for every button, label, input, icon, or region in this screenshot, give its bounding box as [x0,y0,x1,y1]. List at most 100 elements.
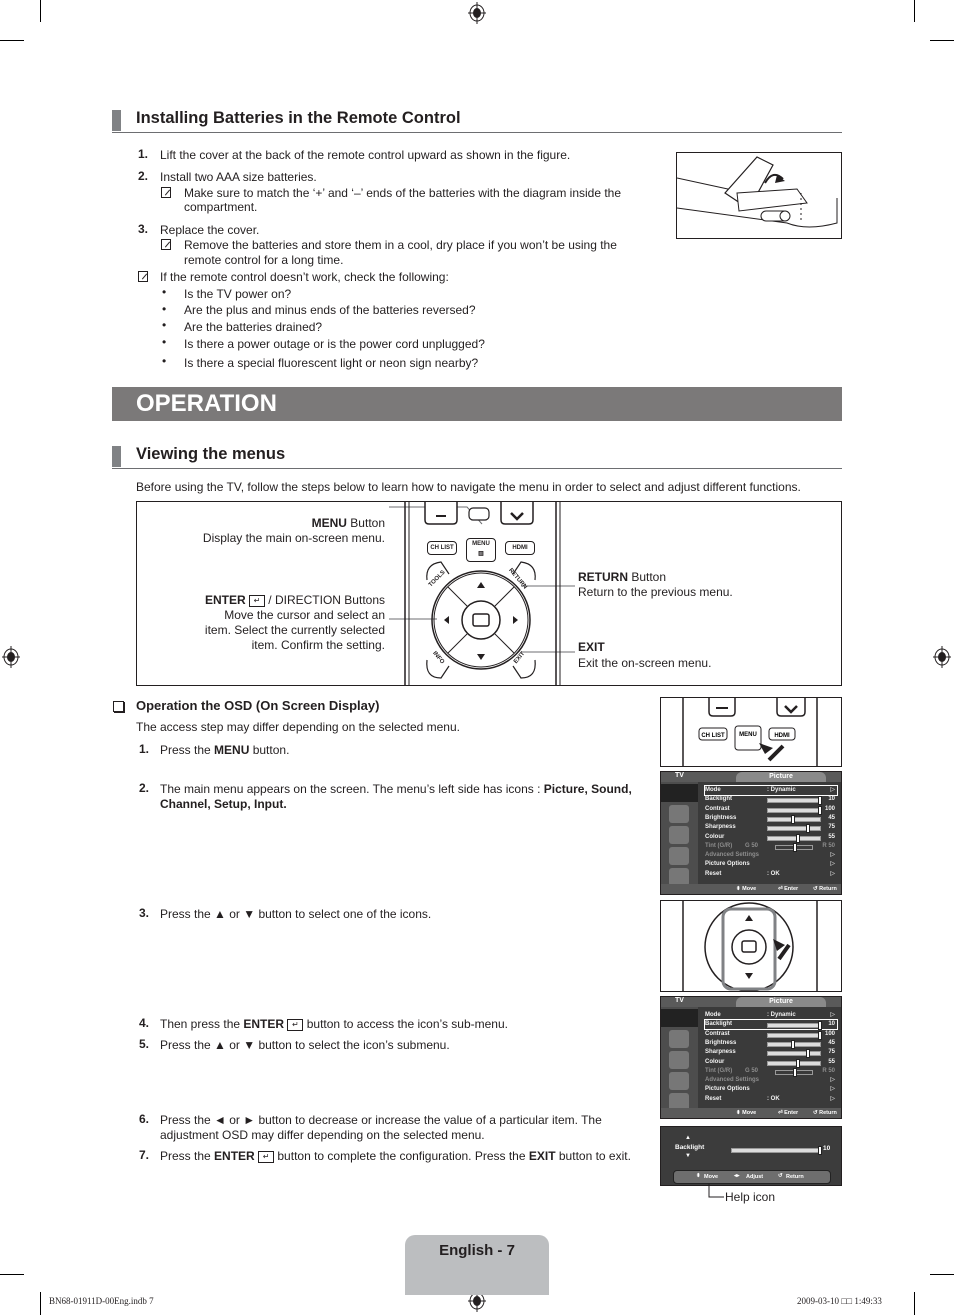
osd-row-label: Contrast [705,1030,730,1037]
step-number: 7. [139,1148,150,1162]
step-number: 1. [139,742,150,756]
step-text: Install two AAA size batteries. [160,170,317,184]
osd-row-slider[interactable] [767,805,822,815]
osd-row-slider[interactable] [767,1058,821,1068]
osd-tv-label: TV [675,997,684,1004]
osd-row-number: 10 [828,796,835,803]
subsection-heading: Operation the OSD (On Screen Display) [136,698,380,713]
step-text: Press the ◄ or ► button to decrease or i… [160,1113,602,1127]
osd-row-label: Picture Options [705,1086,750,1093]
sound-icon[interactable] [669,1030,689,1048]
step-text: Channel, Setup, Input. [160,796,287,812]
osd-row[interactable]: Backlight 10 [705,795,837,806]
osd-row[interactable]: Picture Options ▷ [705,1085,837,1094]
osd-row[interactable]: Picture Options ▷ [705,860,837,869]
osd-row[interactable]: Contrast 100 [705,805,837,815]
osd-row[interactable]: Advanced Settings ▷ [705,851,837,860]
osd-row-label: Reset [705,870,722,877]
setup-icon[interactable] [669,847,689,865]
osd-row[interactable]: Contrast 100 [705,1030,837,1040]
checkbox-bullet-icon [113,701,124,712]
osd-row[interactable]: Advanced Settings ▷ [705,1076,837,1085]
step-number: 1. [138,147,149,161]
backlight-slider[interactable] [731,1146,822,1155]
heading-bar [112,446,121,467]
step-text-part: The main menu appears on the screen. The… [160,782,544,796]
osd-row-value: : Dynamic [767,1012,796,1018]
osd-row-label: Contrast [705,805,730,812]
step-text: Press the ENTER ↵ button to complete the… [160,1148,631,1164]
tint-g-value: G 50 [745,842,759,849]
osd-row-slider[interactable] [767,824,821,834]
osd-row[interactable]: Tint (G/R) G 50 R 50 [705,842,837,852]
bullet-text: Is there a special fluorescent light or … [184,356,479,370]
down-arrow-icon: ▼ [685,1153,691,1159]
svg-text:CH LIST: CH LIST [701,733,725,739]
osd-row[interactable]: Sharpness 75 [705,823,837,834]
osd-icon-sidebar [661,1007,698,1111]
tint-slider[interactable] [775,1067,813,1077]
step-text: Press the ▲ or ▼ button to select one of… [160,907,432,921]
bullet-icon: • [162,354,167,368]
intro-text: Before using the TV, follow the steps be… [136,480,801,494]
osd-row-label: Sharpness [705,824,736,831]
step-number: 6. [139,1112,150,1126]
osd-row-slider[interactable] [767,1039,821,1049]
slider-knob[interactable] [818,1146,822,1155]
osd-row[interactable]: Mode: Dynamic ▷ [704,785,838,796]
picture-icon[interactable] [661,784,698,802]
menu-button[interactable]: MENU ▥ [466,538,496,562]
osd-row[interactable]: Tint (G/R) G 50 R 50 [705,1067,837,1077]
note-icon [138,271,148,282]
osd-row-label: Advanced Settings [705,852,760,859]
osd-row[interactable]: Reset: OK ▷ [705,1095,837,1104]
chevron-right-icon: ▷ [830,1086,835,1093]
osd-row[interactable]: Colour 55 [705,833,837,843]
osd-icon-sidebar [661,782,698,886]
chevron-right-icon: ▷ [830,852,835,859]
osd-row-slider[interactable] [767,1021,822,1031]
note-text: remote control for a long time. [184,253,344,267]
osd-row[interactable]: Sharpness 75 [705,1048,837,1059]
note-text: Remove the batteries and store them in a… [184,238,617,252]
osd-row-label: Picture Options [705,861,750,868]
osd-row[interactable]: Colour 55 [705,1058,837,1068]
step-text-bold: Picture, Sound, [543,782,632,796]
return-help: ↺ Return [813,1110,837,1116]
remote-direction-press-illustration [660,900,842,992]
channel-icon[interactable] [669,1051,689,1069]
osd-row-slider[interactable] [767,814,821,824]
osd-row-label: Tint (G/R) [705,842,733,849]
osd-row-number: 55 [828,833,835,840]
note-icon [161,239,171,250]
osd-row-number: 45 [828,1039,835,1046]
osd-row[interactable]: Mode : Dynamic ▷ [705,1011,837,1020]
channel-icon[interactable] [669,826,689,844]
sound-icon[interactable] [669,805,689,823]
osd-row[interactable]: Reset: OK ▷ [705,870,837,879]
subsection-subtext: The access step may differ depending on … [136,720,460,734]
setup-icon[interactable] [669,1072,689,1090]
ch-list-button[interactable]: CH LIST [427,541,457,555]
osd-row[interactable]: Brightness 45 [705,1039,837,1049]
step-text-part: button to access the icon’s sub-menu. [303,1017,508,1031]
adjust-icon: ◂▸ [734,1173,740,1179]
osd-tv-label: TV [675,772,684,779]
osd-row-slider[interactable] [767,1049,821,1059]
osd-row-number: 75 [828,1049,835,1056]
step-text: Press the MENU button. [160,742,289,758]
osd-row-label: Reset [705,1095,722,1102]
osd-row-slider[interactable] [767,796,822,806]
osd-row[interactable]: Backlight 10 [704,1019,838,1031]
osd-row[interactable]: Brightness 45 [705,814,837,824]
osd-row-label: Mode [705,1012,721,1018]
section-title: Installing Batteries in the Remote Contr… [136,109,461,127]
osd-row-slider[interactable] [767,1030,822,1040]
picture-icon[interactable] [661,1009,698,1027]
return-help: ↺ Return [813,886,837,892]
chevron-right-icon: ▷ [830,1012,835,1018]
tint-slider[interactable] [775,842,813,852]
hdmi-button[interactable]: HDMI [505,541,535,555]
bullet-text: Are the plus and minus ends of the batte… [184,303,476,317]
osd-row-slider[interactable] [767,833,821,843]
